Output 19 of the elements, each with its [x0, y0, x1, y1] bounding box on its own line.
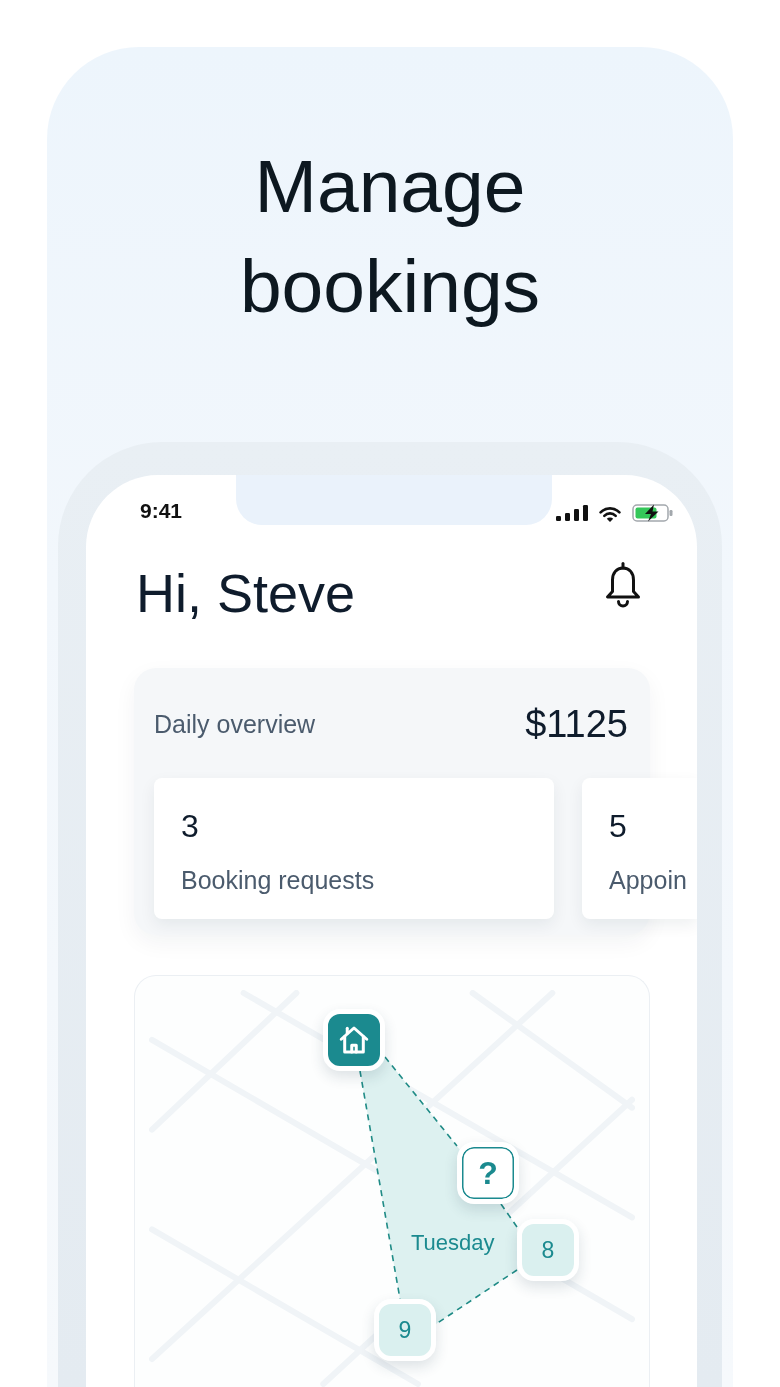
wifi-icon: [598, 504, 622, 522]
route-day-label: Tuesday: [411, 1230, 495, 1256]
stat-card[interactable]: 3 Booking requests: [154, 778, 554, 919]
stat-card[interactable]: 5 Appoin: [582, 778, 697, 919]
status-time: 9:41: [140, 499, 182, 523]
unknown-stop-marker[interactable]: ?: [457, 1142, 519, 1204]
stat-value: 5: [609, 807, 628, 846]
bell-icon[interactable]: [604, 562, 642, 608]
overview-total: $1125: [525, 702, 628, 747]
greeting: Hi, Steve: [136, 562, 356, 625]
battery-charging-icon: [632, 504, 673, 522]
headline: Manage bookings: [238, 143, 542, 330]
overview-title: Daily overview: [154, 709, 316, 740]
stat-label: Booking requests: [181, 865, 376, 896]
signal-bars-icon: [556, 505, 588, 521]
house-icon: [339, 1025, 369, 1055]
stat-value: 3: [181, 807, 200, 846]
stat-label: Appoin: [609, 865, 688, 896]
route-line: [500, 1203, 518, 1228]
